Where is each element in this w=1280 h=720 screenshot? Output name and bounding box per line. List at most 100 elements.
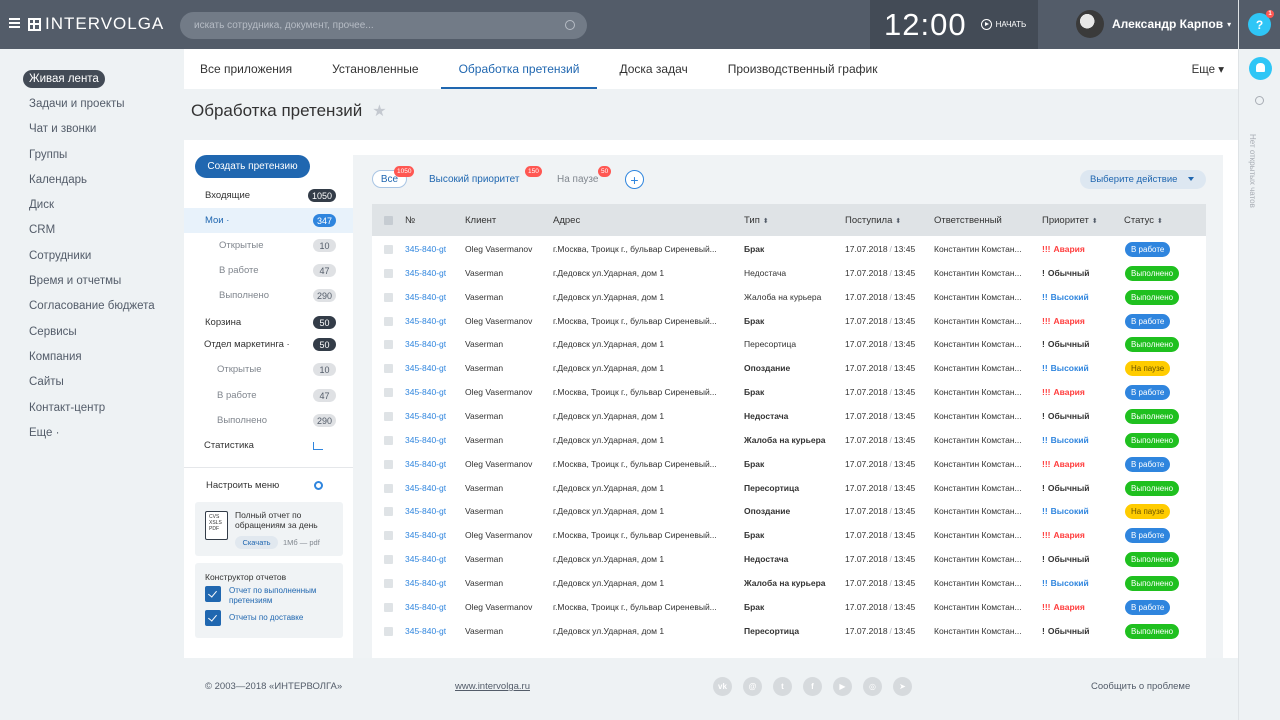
sidebar-item[interactable]: Согласование бюджета (22, 294, 172, 319)
sidebar-item[interactable]: Сотрудники (22, 243, 172, 268)
subnav-item[interactable]: Выполнено 290 (184, 283, 353, 308)
sidebar-item[interactable]: Компания (22, 344, 172, 369)
status-badge[interactable]: Выполнено (1125, 575, 1180, 591)
row-checkbox[interactable] (384, 435, 393, 445)
table-row[interactable]: 345-840-gt Vaserman г.Дедовск ул.Ударная, … (372, 619, 1206, 643)
table-row[interactable]: 345-840-gt Oleg Vasermanov г.Москва, Троиц… (372, 380, 1206, 404)
user-menu[interactable]: Александр Карпов ▾ (1076, 10, 1231, 38)
row-checkbox[interactable] (384, 292, 393, 302)
subnav-item[interactable]: Выполнено 290 (184, 408, 353, 433)
claim-id-link[interactable]: 345-840-gt (405, 435, 446, 445)
sidebar-item[interactable]: Живая лента (22, 66, 172, 91)
youtube-icon[interactable]: ▶ (833, 677, 852, 696)
subnav-item[interactable]: Открытые 10 (184, 233, 353, 258)
search-icon[interactable] (565, 20, 575, 30)
subnav-item[interactable]: Входящие 1050 (184, 183, 353, 208)
table-row[interactable]: 345-840-gt Vaserman г.Дедовск ул.Ударная, … (372, 499, 1206, 523)
table-row[interactable]: 345-840-gt Vaserman г.Дедовск ул.Ударная, … (372, 356, 1206, 380)
claim-id-link[interactable]: 345-840-gt (405, 363, 446, 373)
status-badge[interactable]: В работе (1125, 313, 1171, 329)
claim-id-link[interactable]: 345-840-gt (405, 459, 446, 469)
column-header[interactable]: Тип ⬍ (744, 215, 769, 226)
row-checkbox[interactable] (384, 459, 393, 469)
sidebar-item[interactable]: Календарь (22, 167, 172, 192)
status-badge[interactable]: Выполнено (1125, 408, 1180, 424)
claim-id-link[interactable]: 345-840-gt (405, 602, 446, 612)
sidebar-item[interactable]: Диск (22, 192, 172, 217)
row-checkbox[interactable] (384, 268, 393, 278)
claim-id-link[interactable]: 345-840-gt (405, 506, 446, 516)
search-bar[interactable] (180, 12, 587, 39)
gear-icon[interactable] (314, 481, 323, 490)
column-header[interactable]: № (405, 215, 415, 226)
status-badge[interactable]: Выполнено (1125, 552, 1180, 568)
table-row[interactable]: 345-840-gt Vaserman г.Дедовск ул.Ударная, … (372, 332, 1206, 356)
row-checkbox[interactable] (384, 483, 393, 493)
menu-icon[interactable] (9, 18, 20, 28)
status-badge[interactable]: Выполнено (1125, 623, 1180, 639)
status-badge[interactable]: Выполнено (1125, 265, 1180, 281)
site-link[interactable]: www.intervolga.ru (455, 681, 530, 692)
vk-icon[interactable]: vk (713, 677, 732, 696)
subnav-item[interactable]: Статистика (184, 433, 353, 458)
row-checkbox[interactable] (384, 507, 393, 517)
app-tab[interactable]: Все приложения (184, 49, 312, 89)
tabs-more-button[interactable]: Еще ▾ (1192, 62, 1224, 76)
logo[interactable]: INTERVOLGA (28, 14, 164, 34)
table-row[interactable]: 345-840-gt Oleg Vasermanov г.Москва, Троиц… (372, 237, 1206, 261)
subnav-item[interactable]: Открытые 10 (184, 357, 353, 382)
subnav-item[interactable]: Отдел маркетинга · 50 (184, 332, 353, 357)
status-badge[interactable]: В работе (1125, 599, 1171, 615)
sidebar-item[interactable]: Чат и звонки (22, 117, 172, 142)
sidebar-item[interactable]: Сайты (22, 370, 172, 395)
row-checkbox[interactable] (384, 364, 393, 374)
row-checkbox[interactable] (384, 602, 393, 612)
sidebar-item[interactable]: Контакт-центр (22, 395, 172, 420)
row-checkbox[interactable] (384, 245, 393, 254)
row-checkbox[interactable] (384, 578, 393, 588)
help-button[interactable]: ? 1 (1248, 10, 1274, 36)
app-tab[interactable]: Доска задач (599, 49, 707, 89)
claim-id-link[interactable]: 345-840-gt (405, 578, 446, 588)
notifications-icon[interactable] (1249, 57, 1272, 80)
subnav-item[interactable]: В работе 47 (184, 383, 353, 408)
claim-id-link[interactable]: 345-840-gt (405, 316, 446, 326)
row-checkbox[interactable] (384, 340, 393, 350)
claim-id-link[interactable]: 345-840-gt (405, 626, 446, 636)
delivery-reports-link[interactable]: Отчеты по доставке (205, 610, 303, 626)
column-header[interactable]: Приоритет ⬍ (1042, 215, 1098, 226)
telegram-icon[interactable]: ➤ (893, 677, 912, 696)
claim-id-link[interactable]: 345-840-gt (405, 292, 446, 302)
status-badge[interactable]: В работе (1125, 242, 1171, 257)
claim-id-link[interactable]: 345-840-gt (405, 268, 446, 278)
claim-id-link[interactable]: 345-840-gt (405, 411, 446, 421)
sidebar-item[interactable]: CRM (22, 218, 172, 243)
start-workday-button[interactable]: НАЧАТЬ (980, 19, 1026, 30)
table-row[interactable]: 345-840-gt Oleg Vasermanov г.Москва, Троиц… (372, 309, 1206, 333)
sidebar-item[interactable]: Задачи и проекты (22, 91, 172, 116)
report-problem-link[interactable]: Сообщить о проблеме (1091, 681, 1190, 692)
create-claim-button[interactable]: Создать претензию (195, 155, 310, 178)
sidebar-item[interactable]: Еще · (22, 420, 172, 445)
table-row[interactable]: 345-840-gt Vaserman г.Дедовск ул.Ударная, … (372, 428, 1206, 452)
table-row[interactable]: 345-840-gt Vaserman г.Дедовск ул.Ударная, … (372, 261, 1206, 285)
column-header[interactable]: Статус ⬍ (1124, 215, 1163, 226)
row-checkbox[interactable] (384, 531, 393, 541)
facebook-icon[interactable]: f (803, 677, 822, 696)
status-badge[interactable]: Выполнено (1125, 432, 1180, 448)
row-checkbox[interactable] (384, 626, 393, 636)
search-input[interactable] (194, 20, 554, 31)
status-badge[interactable]: Выполнено (1125, 289, 1180, 305)
claim-id-link[interactable]: 345-840-gt (405, 483, 446, 493)
app-tab[interactable]: Установленные (312, 49, 438, 89)
table-row[interactable]: 345-840-gt Vaserman г.Дедовск ул.Ударная, … (372, 547, 1206, 571)
star-icon[interactable]: ★ (372, 101, 386, 121)
status-badge[interactable]: В работе (1125, 385, 1171, 401)
status-badge[interactable]: В работе (1125, 456, 1171, 472)
subnav-item[interactable]: В работе 47 (184, 258, 353, 283)
sidebar-item[interactable]: Время и отчетмы (22, 268, 172, 293)
download-button[interactable]: Скачать (235, 536, 278, 549)
status-badge[interactable]: Выполнено (1125, 480, 1180, 496)
sidebar-item[interactable]: Группы (22, 142, 172, 167)
status-badge[interactable]: На паузе (1125, 504, 1171, 520)
